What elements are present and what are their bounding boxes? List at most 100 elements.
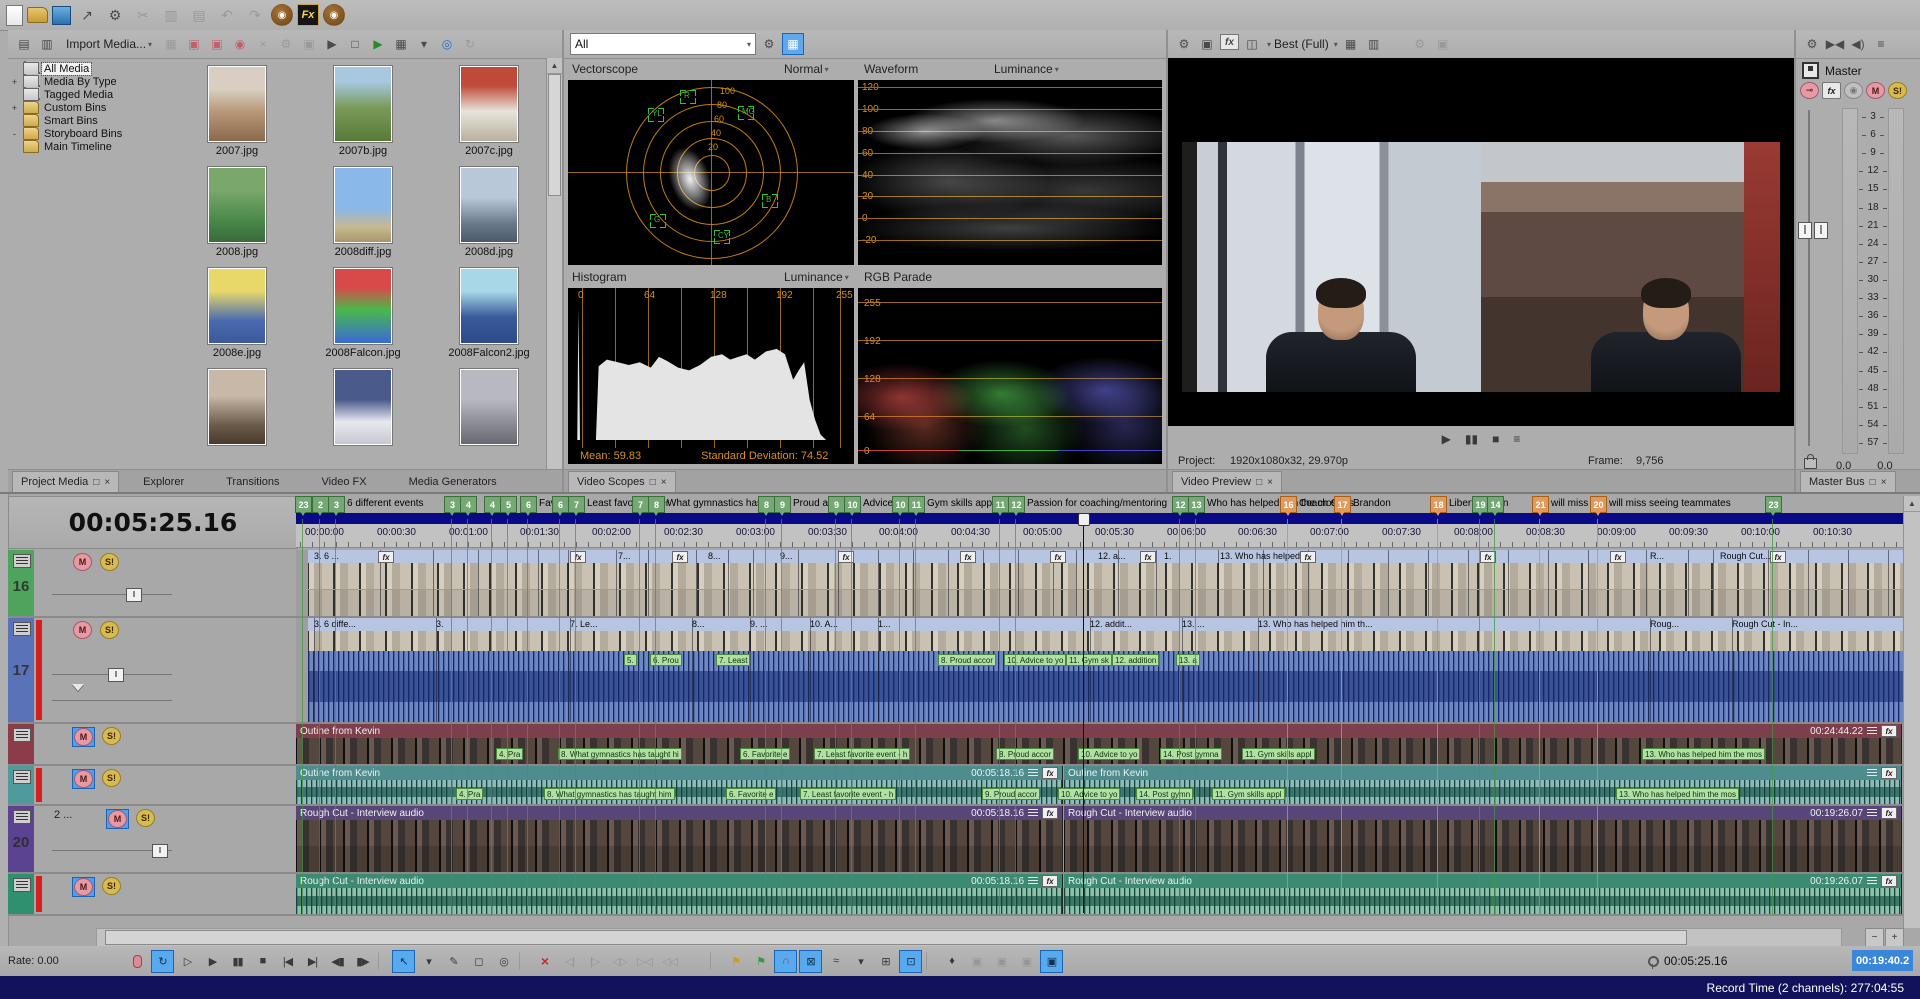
timeline-marker[interactable]: 13 Who has helped him the mos bbox=[1188, 496, 1205, 513]
mute-button[interactable]: M bbox=[74, 878, 93, 896]
views[interactable]: ▦ bbox=[391, 34, 411, 54]
tab-project-media[interactable]: Project Media □ × bbox=[12, 471, 119, 492]
undock-icon[interactable]: □ bbox=[650, 477, 656, 488]
media-thumbnail[interactable] bbox=[334, 268, 392, 344]
tree-item[interactable]: - Storyboard Bins bbox=[8, 127, 160, 140]
timeline-marker[interactable]: 9 bbox=[828, 496, 845, 513]
bus-mute[interactable]: M bbox=[1866, 82, 1885, 99]
close-icon[interactable]: × bbox=[1881, 477, 1887, 488]
delete[interactable]: × bbox=[533, 950, 556, 973]
event-fx-icon[interactable]: fx bbox=[960, 551, 976, 563]
take-tag[interactable]: 11. Gym skills appl bbox=[1242, 748, 1315, 760]
sep-3[interactable] bbox=[710, 952, 720, 970]
track-header-3[interactable]: M S! bbox=[8, 724, 296, 766]
take-tag[interactable]: 4. Pra bbox=[496, 748, 523, 760]
next-frame[interactable]: ▮▶ bbox=[351, 950, 374, 973]
timeline-marker[interactable]: 20 will miss seeing teammates bbox=[1590, 496, 1607, 513]
quantize-to-frames[interactable]: ⊠ bbox=[799, 950, 822, 973]
tree-item[interactable]: All Media bbox=[8, 62, 160, 75]
solo-button[interactable]: S! bbox=[102, 769, 121, 787]
lock-icon[interactable] bbox=[1804, 458, 1817, 469]
preview-quality-select[interactable]: Best (Full) bbox=[1274, 37, 1329, 51]
event-fx-icon[interactable]: fx bbox=[1770, 551, 1786, 563]
event-label[interactable]: 1... bbox=[878, 619, 891, 629]
media-thumbnail[interactable] bbox=[208, 268, 266, 344]
event-fx-icon[interactable]: fx bbox=[1610, 551, 1626, 563]
media-file[interactable]: 2008diff.jpg bbox=[300, 167, 426, 268]
take-tag[interactable]: 7. Least favorite event - h bbox=[800, 788, 896, 800]
event-label[interactable]: 13. Who has helped him th... bbox=[1258, 619, 1373, 629]
mixer[interactable]: ♦ bbox=[940, 950, 963, 973]
mixer-controls[interactable]: ≡ bbox=[1871, 34, 1891, 54]
mute-button[interactable]: M bbox=[74, 770, 93, 788]
import-media-icon[interactable]: ▥ bbox=[37, 34, 57, 54]
paste[interactable]: ▤ bbox=[187, 3, 211, 27]
envelope-edit-tool[interactable]: ✎ bbox=[442, 950, 465, 973]
track-content-4[interactable]: Outine from Kevin 00:05:18.16 fx Outine … bbox=[296, 766, 1904, 806]
media-file[interactable]: 2007c.jpg bbox=[426, 66, 548, 167]
event-fx-icon[interactable]: fx bbox=[838, 551, 854, 563]
undo[interactable]: ↶ bbox=[215, 3, 239, 27]
sep-1[interactable] bbox=[378, 952, 388, 970]
insert-marker[interactable]: ⚑ bbox=[724, 950, 747, 973]
take-tag[interactable]: 7. Least favorite event - h bbox=[814, 748, 910, 760]
timeline-marker[interactable]: 4 bbox=[460, 496, 477, 513]
record-arm-indicator[interactable] bbox=[36, 620, 42, 720]
grid-overlay[interactable]: ▦ bbox=[1341, 34, 1361, 54]
media-scrollbar[interactable]: ▲ bbox=[546, 58, 562, 470]
audio-tool-3[interactable]: ▣ bbox=[1015, 950, 1038, 973]
tab-item[interactable]: Transitions bbox=[218, 472, 287, 492]
cut[interactable]: ✂ bbox=[131, 3, 155, 27]
take-tag[interactable]: 8. Proud accor bbox=[938, 654, 996, 666]
media-thumbnail[interactable] bbox=[460, 268, 518, 344]
track-menu-icon[interactable] bbox=[13, 728, 31, 742]
close-icon[interactable]: × bbox=[661, 477, 667, 488]
media-bins-pane-icon[interactable]: ▤ bbox=[14, 34, 34, 54]
media-file[interactable] bbox=[174, 369, 300, 470]
media-file[interactable]: 2008Falcon2.jpg bbox=[426, 268, 548, 369]
normal-edit-tool[interactable]: ↖ bbox=[392, 950, 415, 973]
event-label[interactable]: 3. 6 ... bbox=[314, 551, 339, 561]
timeline-horizontal-scrollbar[interactable] bbox=[96, 928, 1842, 947]
event-label[interactable]: 7... bbox=[618, 551, 631, 561]
scroll-up-icon[interactable]: ▲ bbox=[547, 58, 562, 74]
track-menu-icon[interactable] bbox=[13, 770, 31, 784]
zoom-in-button[interactable]: + bbox=[1885, 928, 1904, 947]
scopes-filter-select[interactable]: All ▾ bbox=[570, 33, 756, 55]
scopes-settings-icon[interactable]: ⚙ bbox=[759, 34, 779, 54]
remove-selected-media[interactable]: × bbox=[253, 34, 273, 54]
event-label[interactable]: 8... bbox=[708, 551, 721, 561]
loop-playback[interactable]: ↻ bbox=[151, 950, 174, 973]
event-fx-icon[interactable]: fx bbox=[1300, 551, 1316, 563]
copy-snapshot[interactable]: ▥ bbox=[1364, 34, 1384, 54]
show-video-preview[interactable]: ▣ bbox=[1040, 950, 1063, 973]
audio-clip[interactable]: Outine from Kevin 00:05:18.16 fx bbox=[296, 766, 1063, 804]
event-label[interactable]: 9... bbox=[780, 551, 793, 561]
clip-fx-icon[interactable]: fx bbox=[1881, 767, 1897, 779]
track-name[interactable]: 2 ... bbox=[54, 809, 72, 821]
tree-expander-icon[interactable] bbox=[8, 62, 21, 75]
take-tag[interactable]: 13. a bbox=[1176, 654, 1200, 666]
ignore-event-grouping[interactable]: ⊡ bbox=[899, 950, 922, 973]
media-thumbnail[interactable] bbox=[334, 66, 392, 142]
timeline-marker[interactable]: 3 6 different events bbox=[328, 496, 345, 513]
timeline-ruler[interactable]: 00:00:0000:00:3000:01:0000:01:3000:02:00… bbox=[296, 524, 1904, 548]
clip-fx-icon[interactable]: fx bbox=[1042, 807, 1058, 819]
take-tag[interactable]: 14. Post gymn bbox=[1136, 788, 1193, 800]
tree-item[interactable]: Main Timeline bbox=[8, 140, 160, 153]
insert-region[interactable]: ⚑ bbox=[749, 950, 772, 973]
event-label[interactable]: R... bbox=[1650, 551, 1664, 561]
record-arm-indicator[interactable] bbox=[36, 768, 42, 802]
event-label[interactable]: 13. ... bbox=[1182, 619, 1205, 629]
take-tag[interactable]: 9. Proud accor bbox=[982, 788, 1040, 800]
go-to-start[interactable]: |◀ bbox=[276, 950, 299, 973]
undock-icon[interactable]: □ bbox=[93, 477, 99, 488]
master-fader-track[interactable] bbox=[1808, 110, 1810, 446]
track-menu-icon[interactable] bbox=[13, 554, 31, 568]
tree-expander-icon[interactable] bbox=[8, 88, 21, 101]
track-content-3[interactable]: Outine from Kevin 00:24:44.22 fx 4. Pra8… bbox=[296, 724, 1904, 766]
tree-item[interactable]: Tagged Media bbox=[8, 88, 160, 101]
trim-start[interactable]: ◁| bbox=[558, 950, 581, 973]
solo-button[interactable]: S! bbox=[102, 727, 121, 745]
take-tag[interactable]: 14. Post gymna bbox=[1160, 748, 1222, 760]
